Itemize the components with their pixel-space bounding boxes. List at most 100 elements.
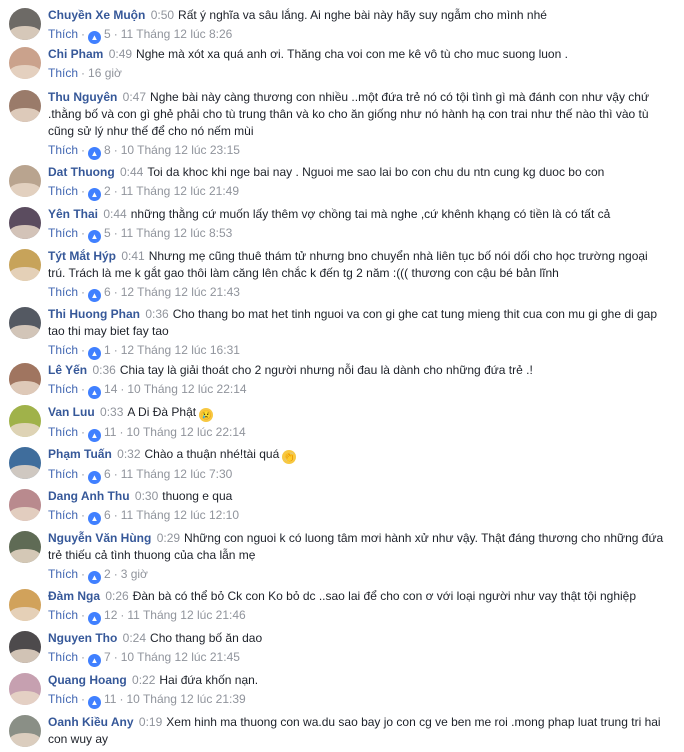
comment-time[interactable]: 10 Tháng 12 lúc 23:15 xyxy=(121,143,240,157)
like-count[interactable]: 2 xyxy=(104,567,111,581)
comment-time[interactable]: 12 Tháng 12 lúc 21:43 xyxy=(121,285,240,299)
video-timestamp[interactable]: 0:49 xyxy=(109,47,132,61)
video-timestamp[interactable]: 0:22 xyxy=(132,673,155,687)
like-count[interactable]: 6 xyxy=(104,467,111,481)
video-timestamp[interactable]: 0:26 xyxy=(105,589,128,603)
comment-author[interactable]: Yên Thai xyxy=(48,207,98,221)
video-timestamp[interactable]: 0:44 xyxy=(103,207,126,221)
avatar[interactable] xyxy=(9,8,41,40)
avatar[interactable] xyxy=(9,405,41,437)
avatar[interactable] xyxy=(9,531,41,563)
comment-time[interactable]: 11 Tháng 12 lúc 8:26 xyxy=(121,27,233,41)
comment-author[interactable]: Týt Mắt Hýp xyxy=(48,249,116,263)
emoji-icon: 😢 xyxy=(199,408,214,422)
video-timestamp[interactable]: 0:29 xyxy=(157,531,180,545)
comment-time[interactable]: 11 Tháng 12 lúc 12:10 xyxy=(121,508,239,522)
like-button[interactable]: Thích xyxy=(48,285,78,299)
video-timestamp[interactable]: 0:24 xyxy=(123,631,146,645)
like-count[interactable]: 5 xyxy=(104,226,111,240)
like-button[interactable]: Thích xyxy=(48,382,78,396)
avatar[interactable] xyxy=(9,165,41,197)
comment-author[interactable]: Oanh Kiều Any xyxy=(48,715,134,729)
avatar[interactable] xyxy=(9,589,41,621)
comment-time[interactable]: 12 Tháng 12 lúc 16:31 xyxy=(121,343,240,357)
comment-author[interactable]: Dang Anh Thu xyxy=(48,489,130,503)
video-timestamp[interactable]: 0:33 xyxy=(100,405,123,419)
video-timestamp[interactable]: 0:36 xyxy=(145,307,168,321)
comment-author[interactable]: Thi Huong Phan xyxy=(48,307,140,321)
like-button[interactable]: Thích xyxy=(48,508,78,522)
avatar[interactable] xyxy=(9,715,41,747)
comment-time[interactable]: 10 Tháng 12 lúc 21:45 xyxy=(121,650,240,664)
avatar[interactable] xyxy=(9,307,41,339)
comment-time[interactable]: 10 Tháng 12 lúc 22:14 xyxy=(127,382,246,396)
comment-item: Thi Huong Phan 0:36 Cho thang bo mat het … xyxy=(0,305,684,360)
comment-item: Oanh Kiều Any 0:19 Xem hinh ma thuong con… xyxy=(0,713,684,752)
comment-time[interactable]: 10 Tháng 12 lúc 22:14 xyxy=(126,425,245,439)
avatar[interactable] xyxy=(9,631,41,663)
emoji-icon: 👏 xyxy=(282,450,297,464)
like-count[interactable]: 14 xyxy=(104,382,117,396)
comment-author[interactable]: Chi Pham xyxy=(48,47,103,61)
comment-time[interactable]: 11 Tháng 12 lúc 7:30 xyxy=(121,467,233,481)
like-button[interactable]: Thích xyxy=(48,27,78,41)
avatar[interactable] xyxy=(9,673,41,705)
comment-time[interactable]: 3 giờ xyxy=(121,567,148,581)
separator-dot: · xyxy=(113,184,118,198)
like-button[interactable]: Thích xyxy=(48,343,78,357)
like-count[interactable]: 6 xyxy=(104,508,111,522)
video-timestamp[interactable]: 0:36 xyxy=(92,363,115,377)
comment-author[interactable]: Quang Hoang xyxy=(48,673,127,687)
like-count[interactable]: 7 xyxy=(104,650,111,664)
comment-author[interactable]: Lê Yến xyxy=(48,363,87,377)
avatar[interactable] xyxy=(9,249,41,281)
video-timestamp[interactable]: 0:41 xyxy=(121,249,144,263)
like-button[interactable]: Thích xyxy=(48,608,78,622)
like-count[interactable]: 11 xyxy=(104,425,116,439)
like-count[interactable]: 5 xyxy=(104,27,111,41)
comment-time[interactable]: 16 giờ xyxy=(88,66,122,80)
video-timestamp[interactable]: 0:44 xyxy=(120,165,143,179)
like-count[interactable]: 11 xyxy=(104,692,116,706)
like-button[interactable]: Thích xyxy=(48,650,78,664)
avatar[interactable] xyxy=(9,447,41,479)
comment-author[interactable]: Nguyen Tho xyxy=(48,631,117,645)
like-count[interactable]: 1 xyxy=(104,343,111,357)
comment-body: Thi Huong Phan 0:36 Cho thang bo mat het … xyxy=(48,305,664,340)
video-timestamp[interactable]: 0:30 xyxy=(135,489,158,503)
comment-time[interactable]: 11 Tháng 12 lúc 21:49 xyxy=(121,184,239,198)
avatar[interactable] xyxy=(9,207,41,239)
comment-author[interactable]: Van Luu xyxy=(48,405,95,419)
avatar[interactable] xyxy=(9,90,41,122)
comment-author[interactable]: Phạm Tuấn xyxy=(48,447,112,461)
comment-time[interactable]: 11 Tháng 12 lúc 8:53 xyxy=(121,226,233,240)
like-button[interactable]: Thích xyxy=(48,467,78,481)
like-button[interactable]: Thích xyxy=(48,567,78,581)
avatar[interactable] xyxy=(9,47,41,79)
like-button[interactable]: Thích xyxy=(48,143,78,157)
comment-time[interactable]: 10 Tháng 12 lúc 21:39 xyxy=(126,692,245,706)
comment-author[interactable]: Thu Nguyên xyxy=(48,90,117,104)
like-count[interactable]: 2 xyxy=(104,184,111,198)
comment-author[interactable]: Nguyễn Văn Hùng xyxy=(48,531,151,545)
avatar[interactable] xyxy=(9,489,41,521)
comment-time[interactable]: 11 Tháng 12 lúc 21:46 xyxy=(127,608,245,622)
avatar[interactable] xyxy=(9,363,41,395)
comment-body: Oanh Kiều Any 0:19 Xem hinh ma thuong con… xyxy=(48,713,664,748)
like-button[interactable]: Thích xyxy=(48,184,78,198)
video-timestamp[interactable]: 0:50 xyxy=(151,8,174,22)
like-count[interactable]: 8 xyxy=(104,143,111,157)
like-button[interactable]: Thích xyxy=(48,226,78,240)
like-button[interactable]: Thích xyxy=(48,692,78,706)
video-timestamp[interactable]: 0:19 xyxy=(139,715,162,729)
comment-author[interactable]: Chuyền Xe Muộn xyxy=(48,8,145,22)
comment-author[interactable]: Dat Thuong xyxy=(48,165,115,179)
like-button[interactable]: Thích xyxy=(48,425,78,439)
video-timestamp[interactable]: 0:47 xyxy=(123,90,146,104)
like-count[interactable]: 12 xyxy=(104,608,117,622)
video-timestamp[interactable]: 0:32 xyxy=(117,447,140,461)
like-count[interactable]: 6 xyxy=(104,285,111,299)
like-button[interactable]: Thích xyxy=(48,66,78,80)
comment-item: Yên Thai 0:44 những thằng cứ muốn lấy thê… xyxy=(0,205,684,243)
comment-author[interactable]: Đàm Nga xyxy=(48,589,100,603)
